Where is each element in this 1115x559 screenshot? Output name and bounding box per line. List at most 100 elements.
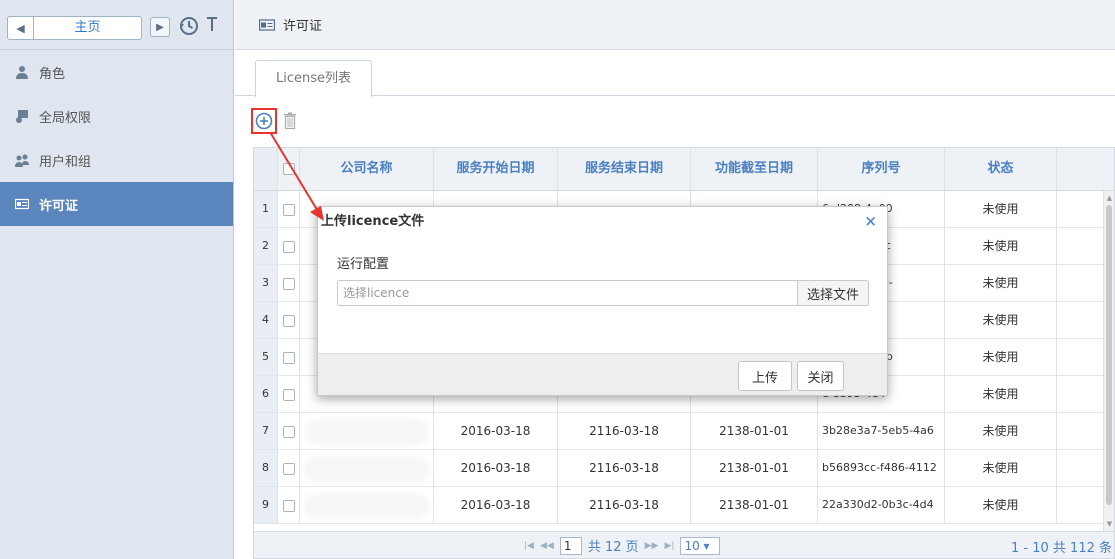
dialog-title: 上传licence文件 — [318, 207, 887, 237]
status-cell: 未使用 — [945, 302, 1057, 338]
sidebar: ◀ 主页 ▶ 角色 全局权限 用户和组 许可证 — [0, 0, 234, 559]
trash-icon[interactable] — [283, 112, 297, 130]
sidebar-nav: 角色 全局权限 用户和组 许可证 — [0, 50, 233, 226]
tab-bar: License列表 — [235, 60, 1115, 97]
file-picker: 选择文件 — [337, 280, 869, 306]
sidebar-header: ◀ 主页 ▶ — [0, 0, 233, 50]
license-file-input[interactable] — [337, 280, 797, 306]
license-card-icon — [259, 18, 275, 31]
sidebar-item-label: 用户和组 — [39, 154, 92, 170]
sidebar-item-users-groups[interactable]: 用户和组 — [0, 138, 233, 182]
pin-icon[interactable] — [206, 14, 218, 36]
scroll-up-icon[interactable]: ▲ — [1105, 193, 1114, 203]
feature-date-cell: 2138-01-01 — [691, 450, 818, 486]
serial-cell: 3b28e3a7-5eb5-4a6 — [818, 413, 945, 449]
pagination-bar: |◀ ◀◀ 1 共 12 页 ▶▶ ▶| 10 ▾ 1 - 10 共 112 条 — [254, 531, 1114, 558]
page-size-select[interactable]: 10 ▾ — [680, 536, 721, 555]
back-arrow-icon[interactable]: ◀ — [8, 17, 34, 39]
home-button[interactable]: ◀ 主页 — [7, 16, 142, 40]
status-cell: 未使用 — [945, 265, 1057, 301]
close-icon[interactable]: × — [864, 213, 877, 229]
add-license-button[interactable] — [251, 108, 277, 134]
select-all-checkbox[interactable] — [278, 148, 300, 190]
upload-button[interactable]: 上传 — [738, 361, 792, 391]
scrollbar-thumb[interactable] — [1106, 205, 1112, 505]
row-number: 4 — [254, 302, 278, 338]
column-header-end-date[interactable]: 服务结束日期 — [558, 148, 691, 190]
page-header: 许可证 — [235, 0, 1115, 50]
row-number: 5 — [254, 339, 278, 375]
table-row[interactable]: 7 2016-03-18 2116-03-18 2138-01-01 3b28e3a7-… — [254, 413, 1114, 450]
pagination-controls: |◀ ◀◀ 1 共 12 页 ▶▶ ▶| 10 ▾ — [524, 536, 721, 555]
row-checkbox[interactable] — [278, 302, 300, 338]
sidebar-item-label: 角色 — [39, 66, 66, 82]
users-group-icon — [15, 154, 29, 167]
sidebar-item-role[interactable]: 角色 — [0, 50, 233, 94]
column-header-start-date[interactable]: 服务开始日期 — [434, 148, 558, 190]
tab-license-list[interactable]: License列表 — [255, 60, 372, 97]
row-number: 8 — [254, 450, 278, 486]
redacted-company — [307, 422, 426, 441]
row-checkbox[interactable] — [278, 413, 300, 449]
table-header: 公司名称 服务开始日期 服务结束日期 功能截至日期 序列号 状态 — [254, 148, 1114, 191]
status-cell: 未使用 — [945, 413, 1057, 449]
sidebar-item-label: 全局权限 — [39, 110, 92, 126]
history-icon[interactable] — [178, 15, 200, 37]
row-checkbox[interactable] — [278, 339, 300, 375]
column-header-feature-date[interactable]: 功能截至日期 — [691, 148, 818, 190]
page-number-input[interactable]: 1 — [559, 536, 582, 555]
table-row[interactable]: 8 2016-03-18 2116-03-18 2138-01-01 b56893cc-… — [254, 450, 1114, 487]
feature-date-cell: 2138-01-01 — [691, 487, 818, 523]
sidebar-item-label: 许可证 — [39, 198, 79, 214]
close-button[interactable]: 关闭 — [797, 361, 844, 391]
total-pages-label: 共 12 页 — [587, 540, 639, 555]
upload-license-dialog: 上传licence文件 × 运行配置 选择文件 上传 关闭 — [317, 206, 888, 396]
first-page-icon[interactable]: |◀ — [524, 541, 534, 551]
row-checkbox[interactable] — [278, 191, 300, 227]
global-permission-icon — [16, 110, 28, 123]
status-cell: 未使用 — [945, 339, 1057, 375]
sidebar-item-license[interactable]: 许可证 — [0, 182, 233, 226]
end-date-cell: 2116-03-18 — [558, 487, 691, 523]
end-date-cell: 2116-03-18 — [558, 450, 691, 486]
start-date-cell: 2016-03-18 — [434, 487, 558, 523]
row-number: 3 — [254, 265, 278, 301]
table-row[interactable]: 9 2016-03-18 2116-03-18 2138-01-01 22a330d2-… — [254, 487, 1114, 524]
toolbar — [251, 108, 297, 134]
forward-arrow-icon[interactable]: ▶ — [150, 17, 170, 37]
next-page-icon[interactable]: ▶▶ — [645, 541, 659, 551]
column-header-company[interactable]: 公司名称 — [300, 148, 434, 190]
scroll-down-icon[interactable]: ▼ — [1105, 519, 1114, 529]
sidebar-item-global-permission[interactable]: 全局权限 — [0, 94, 233, 138]
start-date-cell: 2016-03-18 — [434, 413, 558, 449]
row-number: 9 — [254, 487, 278, 523]
row-checkbox[interactable] — [278, 450, 300, 486]
status-cell: 未使用 — [945, 376, 1057, 412]
row-number: 2 — [254, 228, 278, 264]
start-date-cell: 2016-03-18 — [434, 450, 558, 486]
home-label: 主页 — [74, 20, 101, 35]
row-number: 1 — [254, 191, 278, 227]
license-card-icon — [15, 198, 29, 210]
serial-cell: 22a330d2-0b3c-4d4 — [818, 487, 945, 523]
page-title: 许可证 — [283, 19, 323, 34]
status-cell: 未使用 — [945, 487, 1057, 523]
row-checkbox[interactable] — [278, 228, 300, 264]
end-date-cell: 2116-03-18 — [558, 413, 691, 449]
row-checkbox[interactable] — [278, 376, 300, 412]
row-checkbox[interactable] — [278, 487, 300, 523]
row-number-header — [254, 148, 278, 190]
choose-file-button[interactable]: 选择文件 — [797, 280, 869, 306]
column-header-status[interactable]: 状态 — [945, 148, 1057, 190]
serial-cell: b56893cc-f486-4112 — [818, 450, 945, 486]
record-summary: 1 - 10 共 112 条 — [1011, 541, 1112, 556]
column-header-serial[interactable]: 序列号 — [818, 148, 945, 190]
status-cell: 未使用 — [945, 191, 1057, 227]
vertical-scrollbar[interactable]: ▲ ▼ — [1103, 191, 1114, 531]
row-checkbox[interactable] — [278, 265, 300, 301]
header-filler — [1057, 148, 1114, 190]
prev-page-icon[interactable]: ◀◀ — [540, 541, 554, 551]
last-page-icon[interactable]: ▶| — [664, 541, 674, 551]
row-number: 6 — [254, 376, 278, 412]
redacted-company — [307, 496, 426, 515]
